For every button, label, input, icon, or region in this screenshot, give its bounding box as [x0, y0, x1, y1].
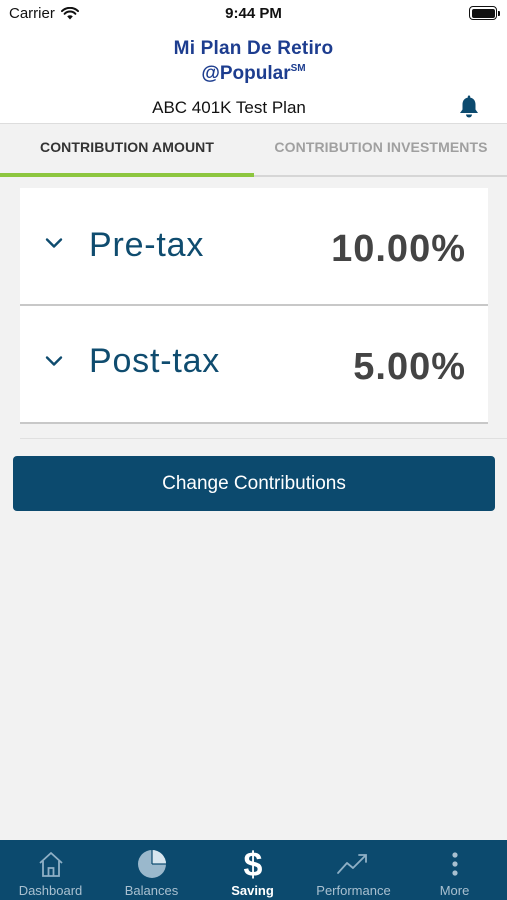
bell-icon[interactable]: [456, 94, 482, 120]
chevron-down-icon: [45, 238, 63, 248]
tab-contribution-investments[interactable]: CONTRIBUTION INVESTMENTS: [254, 124, 507, 175]
svg-text:$: $: [243, 847, 262, 881]
tab-contribution-amount[interactable]: CONTRIBUTION AMOUNT: [0, 124, 254, 177]
contribution-row-pretax[interactable]: Pre-tax 10.00%: [20, 188, 488, 306]
nav-item-performance[interactable]: Performance: [303, 840, 404, 900]
bottom-nav: Dashboard Balances $ Saving Performance …: [0, 840, 507, 900]
service-mark: SM: [290, 63, 306, 74]
plan-name: ABC 401K Test Plan: [152, 98, 306, 117]
contribution-tabs: CONTRIBUTION AMOUNT CONTRIBUTION INVESTM…: [0, 124, 507, 177]
contribution-row-posttax[interactable]: Post-tax 5.00%: [20, 306, 488, 424]
status-time: 9:44 PM: [225, 5, 282, 22]
more-vertical-icon: [451, 852, 458, 876]
home-icon: [38, 852, 63, 877]
app-header: Mi Plan De Retiro @PopularSM ABC 401K Te…: [0, 28, 507, 124]
chevron-down-icon: [45, 356, 63, 366]
battery-icon: [469, 6, 500, 20]
logo-line2-text: @Popular: [201, 63, 291, 84]
dollar-icon: $: [243, 847, 262, 881]
divider: [20, 438, 507, 439]
contribution-value: 5.00%: [353, 346, 466, 388]
nav-item-saving[interactable]: $ Saving: [202, 840, 303, 900]
status-bar: Carrier 9:44 PM: [0, 0, 507, 28]
contribution-label: Pre-tax: [89, 226, 205, 264]
nav-item-balances[interactable]: Balances: [101, 840, 202, 900]
brand-logo: Mi Plan De Retiro @PopularSM: [0, 39, 507, 84]
trend-icon: [336, 854, 367, 874]
contribution-list: Pre-tax 10.00% Post-tax 5.00%: [20, 188, 488, 424]
nav-item-more[interactable]: More: [404, 840, 505, 900]
contribution-value: 10.00%: [331, 228, 466, 270]
nav-label: Dashboard: [18, 883, 83, 898]
logo-line2: @PopularSM: [0, 59, 507, 84]
nav-label: More: [439, 883, 470, 898]
logo-line1: Mi Plan De Retiro: [173, 38, 334, 59]
nav-label: Balances: [124, 883, 179, 898]
change-contributions-button[interactable]: Change Contributions: [13, 456, 495, 511]
nav-item-dashboard[interactable]: Dashboard: [0, 840, 101, 900]
contribution-label: Post-tax: [89, 342, 221, 380]
nav-label: Saving: [231, 883, 274, 898]
pie-chart-icon: [137, 850, 166, 878]
nav-label: Performance: [316, 883, 391, 898]
